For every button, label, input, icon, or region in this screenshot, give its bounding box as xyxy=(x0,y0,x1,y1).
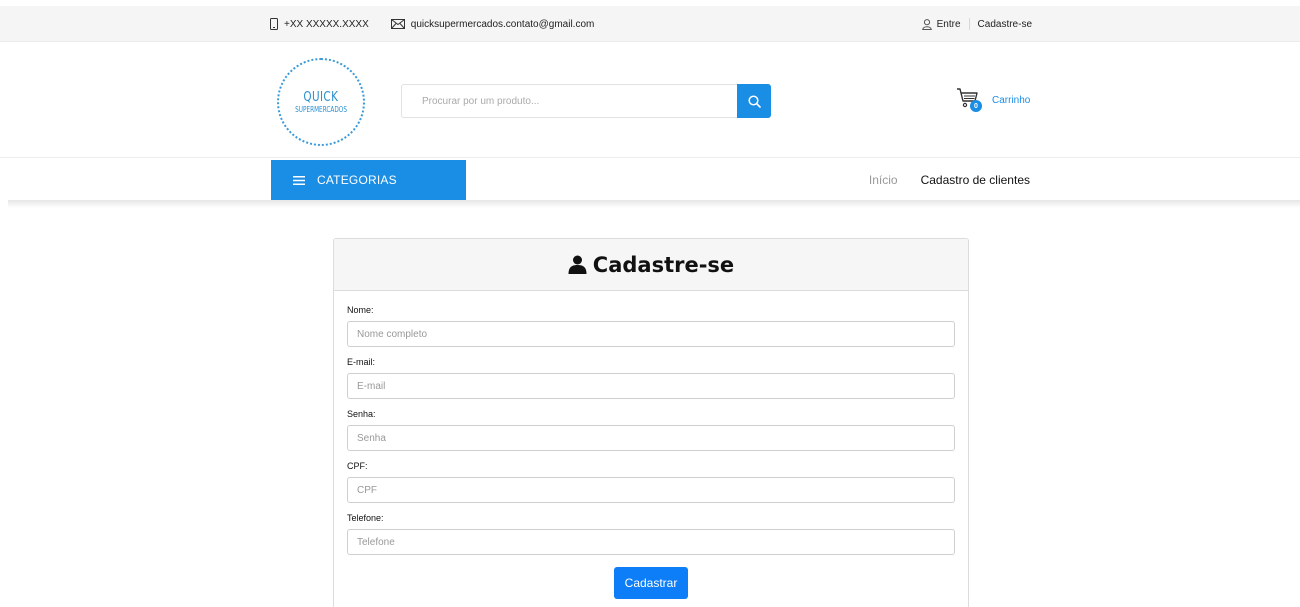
field-label: Telefone: xyxy=(347,513,384,523)
phone-contact: +XX XXXXX.XXXX xyxy=(270,18,369,30)
search-bar xyxy=(401,84,771,118)
password-input[interactable] xyxy=(347,425,955,451)
name-input[interactable] xyxy=(347,321,955,347)
field-telefone: Telefone: xyxy=(347,513,955,555)
user-outline-icon xyxy=(921,18,932,30)
main-header: QUICK SUPERMERCADOS 0 Carrinho xyxy=(0,42,1300,158)
field-label: CPF: xyxy=(347,461,368,471)
divider xyxy=(968,18,970,30)
field-label: Nome: xyxy=(347,305,374,315)
field-cpf: CPF: xyxy=(347,461,955,503)
cart-count-badge: 0 xyxy=(970,100,982,112)
email-contact: quicksupermercados.contato@gmail.com xyxy=(390,18,595,30)
field-nome: Nome: xyxy=(347,305,955,347)
login-link[interactable]: Entre xyxy=(937,19,961,30)
cart-icon: 0 xyxy=(956,86,986,114)
breadcrumb-current: Cadastro de clientes xyxy=(920,173,1030,187)
categories-menu-button[interactable]: CATEGORIAS xyxy=(271,160,466,200)
email-address: quicksupermercados.contato@gmail.com xyxy=(410,18,595,30)
navbar-shadow xyxy=(8,200,1300,208)
field-label: Senha: xyxy=(347,409,376,419)
signup-link[interactable]: Cadastre-se xyxy=(978,19,1032,30)
phone-icon xyxy=(270,18,278,30)
cart-label: Carrinho xyxy=(992,94,1031,106)
top-bar: +XX XXXXX.XXXX quicksupermercados.contat… xyxy=(0,6,1300,42)
signup-card: Cadastre-se Nome: E-mail: Senha: CPF: Te… xyxy=(333,238,969,607)
account-links: Entre Cadastre-se xyxy=(921,18,1032,30)
navbar xyxy=(0,159,1300,200)
search-button[interactable] xyxy=(737,84,771,118)
email-input[interactable] xyxy=(347,373,955,399)
logo-line-1: QUICK xyxy=(303,90,339,105)
field-senha: Senha: xyxy=(347,409,955,451)
card-body: Nome: E-mail: Senha: CPF: Telefone: Cada… xyxy=(334,291,968,599)
logo-line-2: SUPERMERCADOS xyxy=(295,105,347,114)
search-icon xyxy=(747,94,761,108)
submit-wrapper: Cadastrar xyxy=(347,565,955,599)
user-icon xyxy=(568,255,587,274)
phone-input[interactable] xyxy=(347,529,955,555)
menu-icon xyxy=(293,175,305,185)
breadcrumb: Início Cadastro de clientes xyxy=(869,160,1030,200)
phone-number: +XX XXXXX.XXXX xyxy=(284,18,369,30)
field-label: E-mail: xyxy=(347,357,376,367)
form-title: Cadastre-se xyxy=(568,253,734,277)
logo[interactable]: QUICK SUPERMERCADOS xyxy=(277,58,365,146)
card-header: Cadastre-se xyxy=(334,239,968,291)
cart-button[interactable]: 0 Carrinho xyxy=(956,86,1030,114)
search-input[interactable] xyxy=(401,84,737,118)
submit-button[interactable]: Cadastrar xyxy=(613,567,689,599)
top-bar-inner: +XX XXXXX.XXXX quicksupermercados.contat… xyxy=(270,6,1035,42)
form-title-text: Cadastre-se xyxy=(592,252,735,277)
field-email: E-mail: xyxy=(347,357,955,399)
cpf-input[interactable] xyxy=(347,477,955,503)
envelope-icon xyxy=(390,19,405,29)
breadcrumb-home-link[interactable]: Início xyxy=(869,173,898,187)
categories-label: CATEGORIAS xyxy=(317,173,397,187)
